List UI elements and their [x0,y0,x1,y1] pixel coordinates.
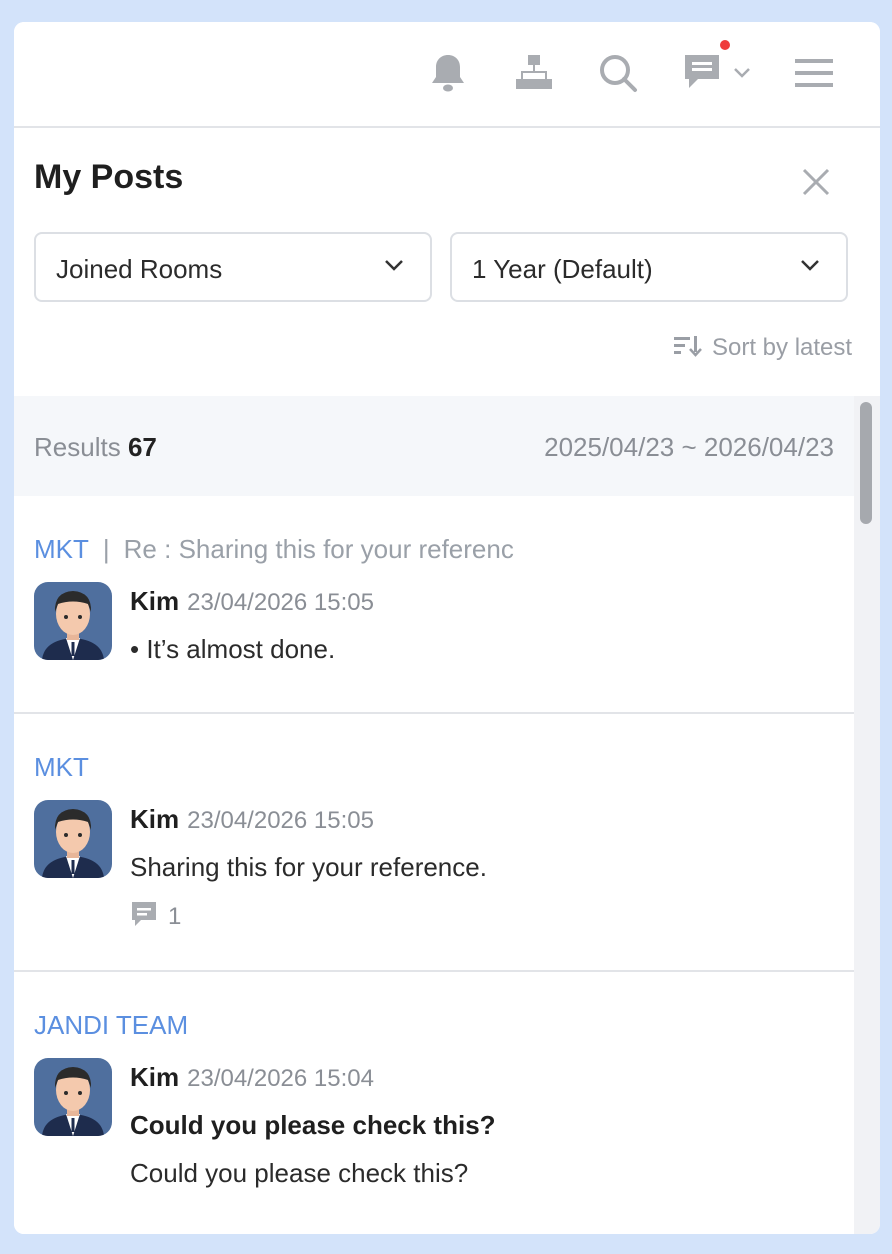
post-meta: Kim 23/04/2026 15:05 [130,804,374,835]
my-posts-panel: My Posts Joined Rooms 1 Year (Default) S… [14,22,880,1234]
post-room-line: MKT | Re : Sharing this for your referen… [34,534,514,565]
post-title: Could you please check this? [130,1110,496,1140]
chevron-down-icon [800,258,820,277]
chevron-down-icon[interactable] [730,52,754,94]
results-label: Results [34,432,121,462]
comment-count: 1 [168,902,182,930]
room-link[interactable]: JANDI TEAM [34,1010,188,1041]
close-button[interactable] [796,162,836,202]
notification-dot [720,40,730,50]
results-count: 67 [127,432,157,462]
room-link[interactable]: MKT [34,534,89,565]
sort-icon [674,334,702,363]
post-room-line: MKT [34,752,89,783]
avatar[interactable] [34,800,112,878]
room-link[interactable]: MKT [34,752,89,783]
bell-icon[interactable] [428,52,468,94]
room-filter-value: Joined Rooms [56,254,223,284]
menu-icon[interactable] [794,52,834,94]
results-count-text: Results 67 [34,432,157,463]
results-summary: Results 67 2025/04/23 ~ 2026/04/23 [14,396,854,496]
scrollbar-thumb[interactable] [860,402,872,524]
chevron-down-icon [384,258,404,277]
page-title: My Posts [34,158,184,196]
chat-icon[interactable] [682,52,722,94]
separator: | [102,534,110,564]
post-meta: Kim 23/04/2026 15:05 [130,586,374,617]
post-message: • It’s almost done. [130,634,336,664]
post-item[interactable]: MKT Kim 23/04/2026 15:05 Sharing this fo… [14,714,854,972]
sort-label: Sort by latest [712,334,853,361]
post-room-line: JANDI TEAM [34,1010,188,1041]
author-name[interactable]: Kim [130,1062,179,1093]
avatar[interactable] [34,582,112,660]
avatar[interactable] [34,1058,112,1136]
post-timestamp: 23/04/2026 15:05 [187,807,374,834]
post-message: Could you please check this? [130,1158,469,1188]
period-filter-value: 1 Year (Default) [472,254,653,284]
comment-icon [130,900,158,933]
post-item[interactable]: JANDI TEAM Kim 23/04/2026 15:04 Could yo… [14,972,854,1234]
period-filter-select[interactable]: 1 Year (Default) [450,232,848,302]
post-subject: Re : Sharing this for your referenc [123,534,514,564]
author-name[interactable]: Kim [130,586,179,617]
author-name[interactable]: Kim [130,804,179,835]
room-filter-select[interactable]: Joined Rooms [34,232,432,302]
post-message: Sharing this for your reference. [130,852,487,882]
post-timestamp: 23/04/2026 15:04 [187,1065,374,1092]
post-item[interactable]: MKT | Re : Sharing this for your referen… [14,496,854,714]
top-toolbar [14,22,880,128]
comment-count-button[interactable]: 1 [130,900,181,933]
post-meta: Kim 23/04/2026 15:04 [130,1062,374,1093]
date-range: 2025/04/23 ~ 2026/04/23 [544,432,834,462]
close-icon [802,168,830,196]
org-chart-icon[interactable] [514,52,554,94]
post-timestamp: 23/04/2026 15:05 [187,589,374,616]
sort-button[interactable]: Sort by latest [674,332,852,364]
search-icon[interactable] [598,52,638,94]
